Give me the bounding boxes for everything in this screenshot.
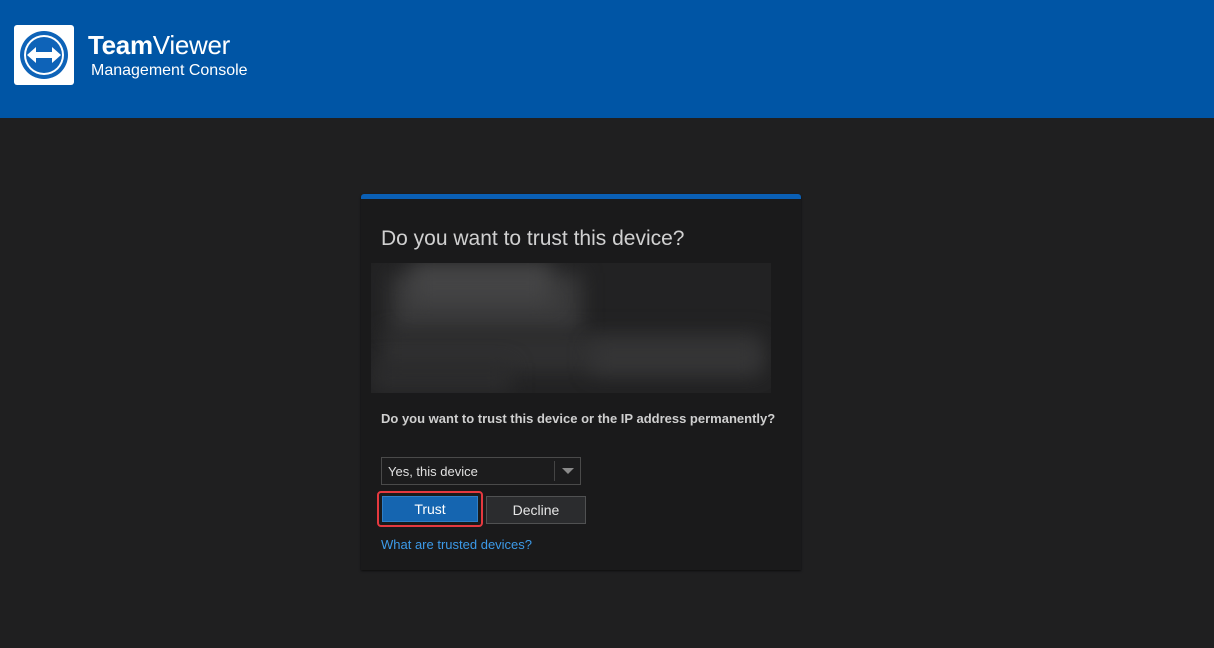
teamviewer-double-arrow-icon [20,31,68,79]
brand-name-bold: Team [88,30,153,60]
select-divider [554,461,555,481]
select-value: Yes, this device [388,464,478,479]
redacted-device-info [371,263,771,393]
trust-device-dialog: Do you want to trust this device? Do you… [361,194,801,570]
decline-button[interactable]: Decline [486,496,586,524]
teamviewer-logo [14,25,74,85]
trusted-devices-help-link[interactable]: What are trusted devices? [381,536,532,554]
trust-button-label: Trust [382,496,478,522]
brand-name: TeamViewer [88,30,230,60]
app-header: TeamViewer Management Console [0,0,1214,118]
dialog-title: Do you want to trust this device? [381,227,685,250]
chevron-down-icon[interactable] [562,468,574,474]
trust-question: Do you want to trust this device or the … [381,411,776,426]
brand-subtitle: Management Console [91,62,248,79]
trust-button[interactable]: Trust [377,491,483,527]
trust-scope-select[interactable]: Yes, this device [381,457,581,485]
brand-name-regular: Viewer [152,30,231,60]
